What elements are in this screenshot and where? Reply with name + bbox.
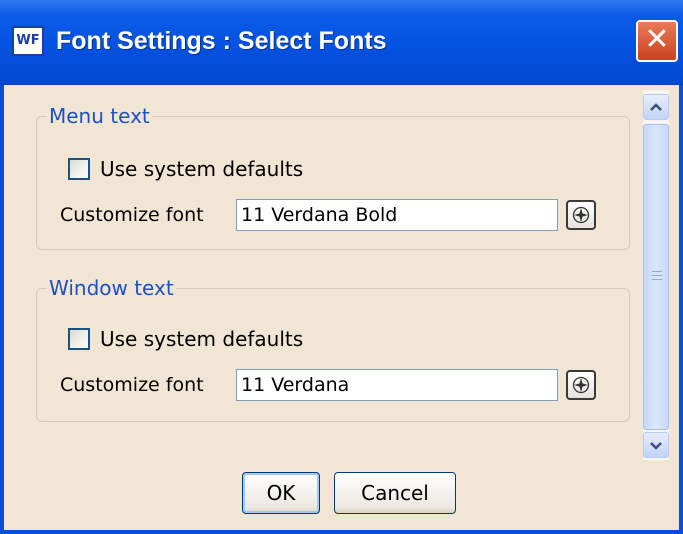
scroll-up-button[interactable] — [643, 94, 669, 120]
grip-line — [652, 275, 662, 276]
grip-line — [652, 271, 662, 272]
window-use-system-defaults-checkbox[interactable] — [68, 328, 90, 350]
window-use-system-defaults-label: Use system defaults — [100, 327, 304, 351]
app-icon: WF — [12, 26, 44, 56]
window-font-picker-button[interactable] — [566, 370, 596, 400]
grip-line — [652, 279, 662, 280]
menu-use-system-defaults-label: Use system defaults — [100, 157, 304, 181]
cancel-button[interactable]: Cancel — [334, 472, 456, 514]
scroll-thumb[interactable] — [643, 124, 669, 430]
vertical-scrollbar[interactable] — [643, 90, 669, 460]
window-customize-font-label: Customize font — [60, 374, 204, 396]
menu-font-picker-button[interactable] — [566, 200, 596, 230]
window-title: Font Settings : Select Fonts — [56, 27, 387, 55]
menu-use-system-defaults-checkbox[interactable] — [68, 158, 90, 180]
window-text-legend: Window text — [49, 276, 174, 300]
chevron-down-icon — [650, 442, 662, 450]
ok-button[interactable]: OK — [242, 472, 320, 514]
menu-text-legend: Menu text — [49, 104, 150, 128]
close-button[interactable]: ✕ — [636, 20, 678, 62]
window-customize-font-input[interactable]: 11 Verdana — [236, 369, 558, 401]
font-picker-icon — [572, 206, 590, 224]
menu-customize-font-label: Customize font — [60, 204, 204, 226]
scroll-down-button[interactable] — [643, 432, 669, 458]
chevron-up-icon — [650, 103, 662, 111]
menu-customize-font-input[interactable]: 11 Verdana Bold — [236, 199, 558, 231]
title-bar[interactable]: WF Font Settings : Select Fonts ✕ — [0, 0, 683, 85]
font-settings-dialog: WF Font Settings : Select Fonts ✕ — [0, 0, 683, 534]
font-picker-icon — [572, 376, 590, 394]
